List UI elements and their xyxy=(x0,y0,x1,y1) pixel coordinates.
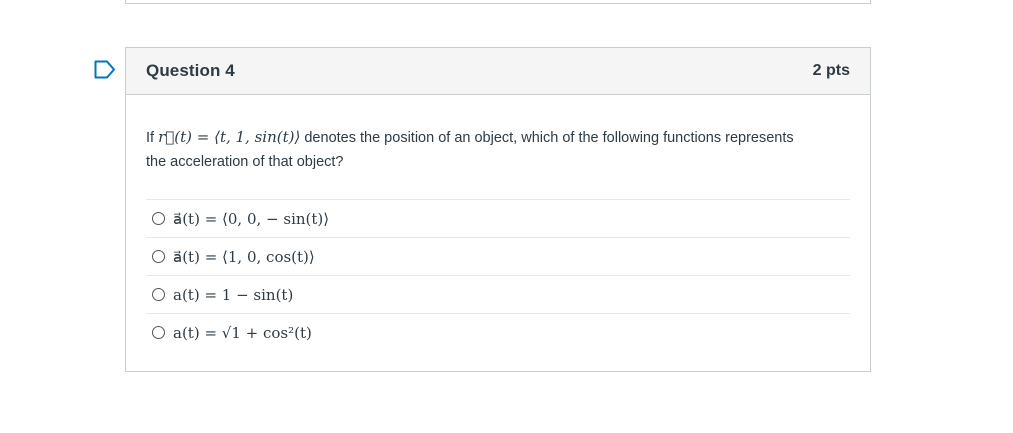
question-header: Question 4 2 pts xyxy=(126,48,870,95)
answer-option-4[interactable]: a(t) = √1 + cos²(t) xyxy=(146,313,850,351)
radio-button[interactable] xyxy=(152,250,165,263)
answer-label: a⃗(t) = ⟨1, 0, cos(t)⟩ xyxy=(173,247,315,266)
radio-button[interactable] xyxy=(152,212,165,225)
prompt-text-before: If xyxy=(146,130,159,146)
flag-question-icon[interactable] xyxy=(94,60,116,79)
answer-option-3[interactable]: a(t) = 1 − sin(t) xyxy=(146,275,850,313)
prompt-math: r⃗(t) = ⟨t, 1, sin(t)⟩ xyxy=(158,128,301,146)
question-points: 2 pts xyxy=(812,62,850,79)
answer-option-1[interactable]: a⃗(t) = ⟨0, 0, − sin(t)⟩ xyxy=(146,199,850,237)
radio-button[interactable] xyxy=(152,288,165,301)
answer-label: a(t) = 1 − sin(t) xyxy=(173,285,294,304)
question-body: If r⃗(t) = ⟨t, 1, sin(t)⟩ denotes the po… xyxy=(126,95,870,351)
question-prompt: If r⃗(t) = ⟨t, 1, sin(t)⟩ denotes the po… xyxy=(146,125,806,174)
answer-option-2[interactable]: a⃗(t) = ⟨1, 0, cos(t)⟩ xyxy=(146,237,850,275)
answer-label: a(t) = √1 + cos²(t) xyxy=(173,323,312,342)
answer-label: a⃗(t) = ⟨0, 0, − sin(t)⟩ xyxy=(173,209,330,228)
answer-list: a⃗(t) = ⟨0, 0, − sin(t)⟩ a⃗(t) = ⟨1, 0, … xyxy=(146,199,850,351)
question-title: Question 4 xyxy=(146,61,235,80)
question-card: Question 4 2 pts If r⃗(t) = ⟨t, 1, sin(t… xyxy=(125,47,871,372)
previous-question-card xyxy=(125,0,871,4)
radio-button[interactable] xyxy=(152,326,165,339)
